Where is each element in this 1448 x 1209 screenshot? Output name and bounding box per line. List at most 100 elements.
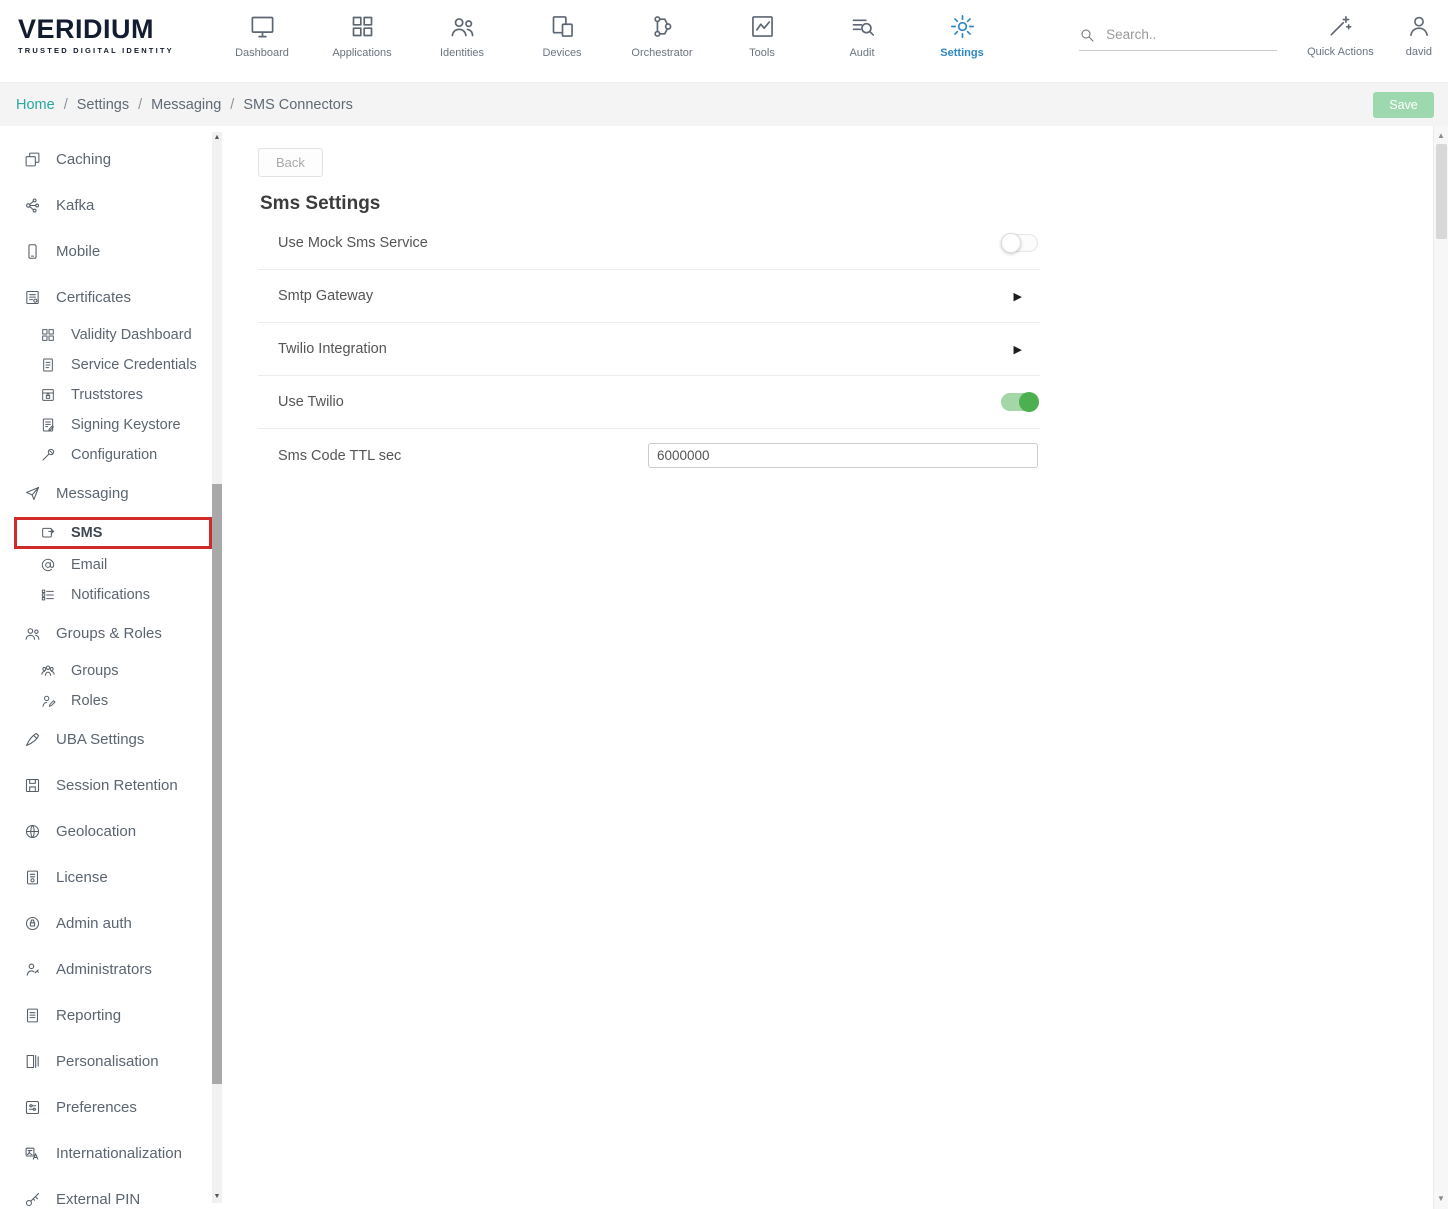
sidebar-item-label: Preferences	[56, 1099, 137, 1116]
reporting-icon	[24, 1007, 41, 1024]
validity-dashboard-icon	[40, 327, 56, 343]
sidebar-item-uba-settings[interactable]: UBA Settings	[0, 716, 234, 762]
save-button[interactable]: Save	[1373, 92, 1434, 118]
roles-icon	[40, 693, 56, 709]
orchestrator-icon	[649, 13, 676, 40]
page-scroll-up-icon[interactable]: ▲	[1434, 129, 1448, 143]
truststores-icon	[40, 387, 56, 403]
nav-item-label: Orchestrator	[631, 47, 692, 59]
setting-row-use-twilio: Use Twilio	[258, 376, 1040, 429]
sidebar-item-admin-auth[interactable]: Admin auth	[0, 900, 234, 946]
sidebar-item-label: Personalisation	[56, 1053, 159, 1070]
breadcrumb-item-sms-connectors: SMS Connectors	[243, 97, 353, 113]
setting-control	[1001, 234, 1040, 252]
sidebar-item-session-retention[interactable]: Session Retention	[0, 762, 234, 808]
uba-settings-icon	[24, 731, 41, 748]
top-header: VERIDIUM TRUSTED DIGITAL IDENTITY Dashbo…	[0, 0, 1448, 82]
sidebar-scroll-thumb[interactable]	[212, 484, 222, 1084]
nav-item-label: Applications	[332, 47, 391, 59]
sidebar-item-label: Admin auth	[56, 915, 132, 932]
sidebar-item-groups[interactable]: Groups	[0, 656, 234, 686]
back-button[interactable]: Back	[258, 148, 323, 177]
expand-arrow-icon[interactable]: ▶	[1014, 343, 1022, 356]
nav-item-identities[interactable]: Identities	[412, 0, 512, 59]
sidebar-item-license[interactable]: License	[0, 854, 234, 900]
sidebar-item-certificates[interactable]: Certificates	[0, 274, 234, 320]
main-nav: Dashboard Applications Identities Devices Or…	[212, 0, 1012, 59]
sidebar-scroll-down-icon[interactable]: ▼	[212, 1191, 222, 1203]
search-icon[interactable]	[1079, 27, 1095, 43]
sidebar-item-preferences[interactable]: Preferences	[0, 1084, 234, 1130]
expand-arrow-icon[interactable]: ▶	[1014, 290, 1022, 303]
sidebar-item-geolocation[interactable]: Geolocation	[0, 808, 234, 854]
page-scrollbar[interactable]: ▲ ▼	[1433, 126, 1448, 1209]
setting-row-twilio-integration: Twilio Integration▶	[258, 323, 1040, 376]
quick-actions-icon	[1327, 13, 1353, 39]
sidebar-item-mobile[interactable]: Mobile	[0, 228, 234, 274]
nav-item-tools[interactable]: Tools	[712, 0, 812, 59]
sidebar-item-caching[interactable]: Caching	[0, 136, 234, 182]
nav-item-label: Tools	[749, 47, 775, 59]
sidebar-item-service-credentials[interactable]: Service Credentials	[0, 350, 234, 380]
search-input[interactable]	[1104, 26, 1254, 43]
applications-icon	[349, 13, 376, 40]
sidebar-item-label: Geolocation	[56, 823, 136, 840]
brand-name: VERIDIUM	[18, 14, 190, 45]
sidebar-item-signing-keystore[interactable]: Signing Keystore	[0, 410, 234, 440]
sidebar-item-truststores[interactable]: Truststores	[0, 380, 234, 410]
sidebar-item-notifications[interactable]: Notifications	[0, 580, 234, 610]
sidebar-list: Caching Kafka Mobile Certificates Validity D…	[0, 126, 234, 1209]
caching-icon	[24, 151, 41, 168]
sidebar-item-label: Certificates	[56, 289, 131, 306]
devices-icon	[549, 13, 576, 40]
setting-label: Sms Code TTL sec	[278, 448, 401, 464]
nav-item-settings[interactable]: Settings	[912, 0, 1012, 59]
sidebar-item-external-pin[interactable]: External PIN	[0, 1176, 234, 1209]
page-scroll-thumb[interactable]	[1436, 144, 1447, 239]
sidebar-item-configuration[interactable]: Configuration	[0, 440, 234, 470]
notifications-icon	[40, 587, 56, 603]
breadcrumb-item-messaging[interactable]: Messaging	[151, 97, 221, 113]
nav-item-audit[interactable]: Audit	[812, 0, 912, 59]
quick-actions-button[interactable]: Quick Actions	[1307, 0, 1374, 58]
messaging-icon	[24, 485, 41, 502]
sidebar-item-reporting[interactable]: Reporting	[0, 992, 234, 1038]
nav-item-label: Devices	[542, 47, 581, 59]
sidebar-item-roles[interactable]: Roles	[0, 686, 234, 716]
sidebar-item-administrators[interactable]: Administrators	[0, 946, 234, 992]
use-twilio-toggle[interactable]	[1001, 393, 1038, 411]
veridium-admin-page: VERIDIUM TRUSTED DIGITAL IDENTITY Dashbo…	[0, 0, 1448, 1209]
sidebar-item-groups-roles[interactable]: Groups & Roles	[0, 610, 234, 656]
email-icon	[40, 557, 56, 573]
nav-item-dashboard[interactable]: Dashboard	[212, 0, 312, 59]
sms-code-ttl-sec-input[interactable]	[648, 443, 1038, 468]
nav-item-orchestrator[interactable]: Orchestrator	[612, 0, 712, 59]
sidebar-item-label: Groups	[71, 663, 119, 679]
sidebar-scroll-up-icon[interactable]: ▲	[212, 132, 222, 144]
sidebar-item-sms[interactable]: SMS	[14, 517, 212, 549]
groups-roles-icon	[24, 625, 41, 642]
nav-item-devices[interactable]: Devices	[512, 0, 612, 59]
sidebar-item-label: Kafka	[56, 197, 94, 214]
breadcrumb-item-home[interactable]: Home	[16, 97, 55, 113]
sidebar-item-kafka[interactable]: Kafka	[0, 182, 234, 228]
sidebar-item-email[interactable]: Email	[0, 550, 234, 580]
settings-icon	[949, 13, 976, 40]
breadcrumb-item-settings[interactable]: Settings	[77, 97, 129, 113]
sidebar-scrollbar[interactable]: ▲ ▼	[212, 132, 222, 1203]
user-menu[interactable]: david	[1406, 0, 1432, 58]
sidebar-item-personalisation[interactable]: Personalisation	[0, 1038, 234, 1084]
sidebar-item-internationalization[interactable]: Internationalization	[0, 1130, 234, 1176]
sidebar: Caching Kafka Mobile Certificates Validity D…	[0, 126, 234, 1209]
page-scroll-down-icon[interactable]: ▼	[1434, 1192, 1448, 1206]
tools-icon	[749, 13, 776, 40]
use-mock-sms-service-toggle[interactable]	[1001, 234, 1038, 252]
veridium-logo[interactable]: VERIDIUM TRUSTED DIGITAL IDENTITY	[18, 14, 190, 55]
nav-item-applications[interactable]: Applications	[312, 0, 412, 59]
administrators-icon	[24, 961, 41, 978]
sidebar-item-messaging[interactable]: Messaging	[0, 470, 234, 516]
setting-label: Use Twilio	[278, 394, 344, 410]
sidebar-item-label: Configuration	[71, 447, 157, 463]
sidebar-item-label: Internationalization	[56, 1145, 182, 1162]
sidebar-item-validity-dashboard[interactable]: Validity Dashboard	[0, 320, 234, 350]
